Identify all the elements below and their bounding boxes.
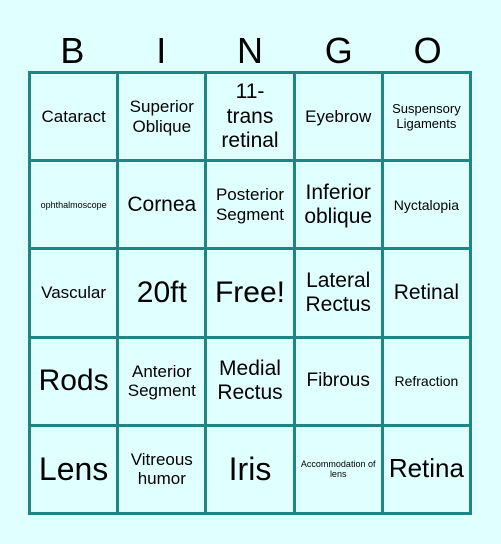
bingo-cell[interactable]: Nyctalopia <box>383 162 469 248</box>
bingo-cell[interactable]: Suspensory Ligaments <box>383 74 469 160</box>
bingo-cell[interactable]: 20ft <box>119 250 205 336</box>
free-space-cell[interactable]: Free! <box>207 250 293 336</box>
bingo-cell[interactable]: Accommodation of lens <box>295 426 381 512</box>
header-letter-g: G <box>324 30 353 71</box>
header-letter-i: I <box>156 30 167 71</box>
bingo-cell[interactable]: Eyebrow <box>295 74 381 160</box>
bingo-cell[interactable]: Rods <box>31 338 117 424</box>
bingo-cell[interactable]: Superior Oblique <box>119 74 205 160</box>
bingo-cell[interactable]: Iris <box>207 426 293 512</box>
bingo-cell[interactable]: Lens <box>31 426 117 512</box>
bingo-cell[interactable]: Inferior oblique <box>295 162 381 248</box>
bingo-cell[interactable]: Lateral Rectus <box>295 250 381 336</box>
bingo-cell[interactable]: 11- trans retinal <box>207 74 293 160</box>
bingo-cell[interactable]: Medial Rectus <box>207 338 293 424</box>
bingo-cell[interactable]: Retina <box>383 426 469 512</box>
header-letter-b: B <box>60 30 85 71</box>
bingo-cell[interactable]: Retinal <box>383 250 469 336</box>
bingo-cell[interactable]: Anterior Segment <box>119 338 205 424</box>
bingo-grid: Cataract Superior Oblique 11- trans reti… <box>28 71 472 515</box>
bingo-cell[interactable]: Vascular <box>31 250 117 336</box>
header-letter-n: N <box>236 30 263 71</box>
bingo-header: B I N G O <box>28 28 472 71</box>
bingo-cell[interactable]: Vitreous humor <box>119 426 205 512</box>
bingo-cell[interactable]: Posterior Segment <box>207 162 293 248</box>
bingo-cell[interactable]: Fibrous <box>295 338 381 424</box>
bingo-cell[interactable]: Cataract <box>31 74 117 160</box>
bingo-cell[interactable]: ophthalmoscope <box>31 162 117 248</box>
header-letter-o: O <box>413 30 442 71</box>
bingo-cell[interactable]: Refraction <box>383 338 469 424</box>
bingo-cell[interactable]: Cornea <box>119 162 205 248</box>
